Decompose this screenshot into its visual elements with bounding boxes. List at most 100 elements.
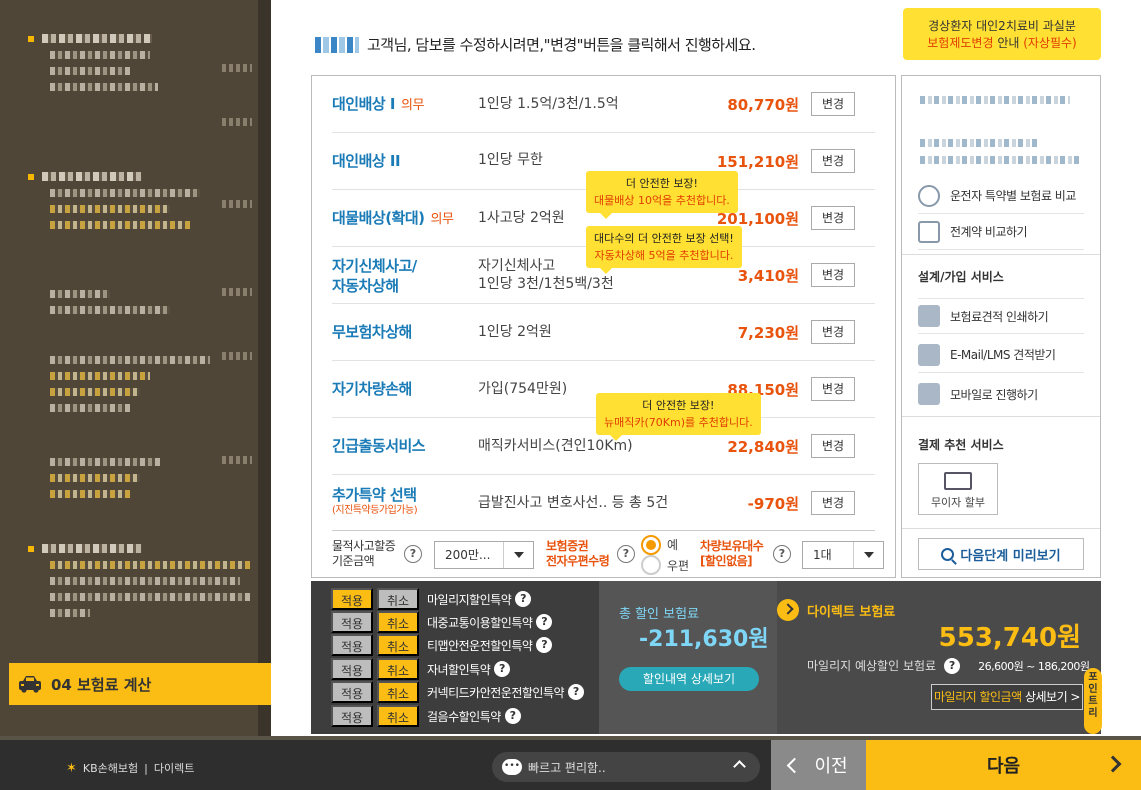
mail-icon — [918, 343, 940, 366]
no-interest-installment-button[interactable]: 무이자 할부 — [918, 463, 998, 515]
coverage-row: 대인배상 I 의무 1인당 1.5억/3천/1.5억 80,770원 변경 — [332, 76, 875, 133]
print-quote-button[interactable]: 보험료견적 인쇄하기 — [918, 298, 1084, 334]
apply-button[interactable]: 적용 — [331, 611, 373, 633]
coverage-name[interactable]: 추가특약 선택 (지진특약등가입가능) — [332, 485, 418, 517]
direct-premium-box: 다이렉트 보험료 553,740원 마일리지 예상할인 보험료 ? 26,600… — [777, 581, 1101, 734]
coverage-price: 151,210원 — [716, 153, 799, 171]
email-quote-button[interactable]: E-Mail/LMS 견적받기 — [918, 337, 1084, 373]
chat-widget[interactable]: ••• 빠르고 편리함.. — [492, 752, 760, 782]
kb-star-icon: ✶ — [66, 760, 77, 776]
button-label: 다음단계 미리보기 — [960, 548, 1061, 564]
sidebar-step-2b[interactable] — [28, 282, 170, 314]
discount-name: 티맵안전운전할인특약 — [427, 638, 533, 653]
cancel-button[interactable]: 취소 — [377, 681, 419, 703]
point-tree-tab[interactable]: 포인트리 — [1084, 668, 1102, 734]
apply-button[interactable]: 적용 — [331, 681, 373, 703]
compare-driver-button[interactable]: 운전자 특약별 보험료 비교 — [918, 178, 1084, 214]
help-icon[interactable]: ? — [494, 661, 511, 677]
next-button[interactable]: 다음 — [866, 740, 1141, 790]
next-label: 다음 — [986, 756, 1021, 777]
current-step-label: 04 보험료 계산 — [51, 675, 152, 694]
change-button[interactable]: 변경 — [811, 491, 855, 515]
discount-row: 적용 취소 걸음수할인특약 ? — [331, 705, 521, 727]
chevron-down-icon — [503, 542, 533, 568]
change-button[interactable]: 변경 — [811, 92, 855, 116]
coverage-name: 무보험차상해 — [332, 323, 412, 341]
discount-panel: 적용 취소 마일리지할인특약 ? 적용 취소 대중교통이용할인특약 ? 적용 취… — [311, 581, 1101, 734]
prev-label: 이전 — [814, 756, 848, 777]
help-icon[interactable]: ? — [944, 657, 961, 674]
discount-detail-button[interactable]: 할인내역 상세보기 — [619, 667, 759, 691]
sidebar-step-1[interactable] — [28, 34, 158, 91]
item-label: 모바일로 진행하기 — [950, 387, 1038, 402]
sidebar-step-3b[interactable] — [28, 544, 250, 617]
divider — [902, 254, 1100, 255]
help-icon[interactable]: ? — [773, 545, 791, 563]
change-button[interactable]: 변경 — [811, 434, 855, 458]
apply-button[interactable]: 적용 — [331, 588, 373, 610]
sidebar-step-2c[interactable] — [28, 348, 210, 412]
e-policy-radio-mail[interactable] — [641, 555, 661, 575]
divider — [902, 528, 1100, 529]
change-button[interactable]: 변경 — [811, 320, 855, 344]
apply-button[interactable]: 적용 — [331, 634, 373, 656]
cancel-button[interactable]: 취소 — [377, 611, 419, 633]
help-icon[interactable]: ? — [515, 591, 532, 607]
coverage-name: 대물배상(확대) 의무 — [332, 208, 454, 230]
total-discount-value: -211,630원 — [639, 627, 769, 652]
discount-name: 커넥티드카안전운전할인특약 — [427, 685, 565, 700]
change-button[interactable]: 변경 — [811, 149, 855, 173]
tooltip-line1: 더 안전한 보장! — [642, 399, 715, 412]
divider — [902, 416, 1100, 417]
property-surcharge-label: 물적사고할증 기준금액 — [332, 539, 396, 569]
e-policy-radio-yes[interactable] — [641, 535, 661, 555]
chevron-left-icon — [787, 757, 803, 773]
redacted-info — [920, 139, 1040, 147]
property-surcharge-select[interactable]: 200만... — [434, 541, 534, 569]
notice-line2: 보험제도변경 안내 (자상필수) — [903, 35, 1101, 52]
discount-row: 적용 취소 티맵안전운전할인특약 ? — [331, 634, 553, 656]
direct-premium-label: 다이렉트 보험료 — [807, 605, 896, 620]
service-section-title: 설계/가입 서비스 — [918, 270, 1004, 284]
notice-banner[interactable]: 경상환자 대인2치료비 과실분 보험제도변경 안내 (자상필수) — [903, 8, 1101, 60]
notice-paren-text: (자상필수) — [1023, 36, 1077, 50]
arrow-right-icon — [777, 599, 799, 621]
sidebar: 04 보험료 계산 — [0, 0, 271, 736]
change-button[interactable]: 변경 — [811, 377, 855, 401]
cancel-button[interactable]: 취소 — [377, 634, 419, 656]
brand-divider: | — [144, 761, 148, 775]
apply-button[interactable]: 적용 — [331, 658, 373, 680]
mobile-continue-button[interactable]: 모바일로 진행하기 — [918, 376, 1084, 412]
label-text: 보험증권 — [546, 539, 589, 553]
sidebar-step-3[interactable] — [28, 450, 160, 498]
cancel-button[interactable]: 취소 — [377, 705, 419, 727]
next-step-preview-button[interactable]: 다음단계 미리보기 — [918, 538, 1084, 570]
coverage-table: 대인배상 I 의무 1인당 1.5억/3천/1.5억 80,770원 변경 대인배… — [311, 75, 896, 578]
help-icon[interactable]: ? — [536, 614, 553, 630]
sidebar-step-current[interactable]: 04 보험료 계산 — [9, 663, 271, 705]
change-button[interactable]: 변경 — [811, 206, 855, 230]
help-icon[interactable]: ? — [617, 545, 635, 563]
discount-name: 걸음수할인특약 — [427, 709, 501, 724]
chevron-down-icon — [853, 542, 883, 568]
header-logo-icon — [315, 36, 359, 53]
notice-mid-text: 안내 — [993, 36, 1024, 50]
discount-row: 적용 취소 마일리지할인특약 ? — [331, 588, 532, 610]
change-button[interactable]: 변경 — [811, 263, 855, 287]
help-icon[interactable]: ? — [568, 684, 585, 700]
help-icon[interactable]: ? — [504, 708, 521, 724]
sidebar-step-2[interactable] — [28, 172, 200, 229]
radio-yes-label: 예 — [667, 538, 679, 552]
mileage-detail-button[interactable]: 마일리지 할인금액 상세보기 > — [931, 684, 1083, 710]
help-icon[interactable]: ? — [536, 637, 553, 653]
vehicle-count-select[interactable]: 1대 — [802, 541, 884, 569]
compare-previous-button[interactable]: 전계약 비교하기 — [918, 214, 1084, 250]
tooltip-line2: 대물배상 10억을 추천합니다. — [594, 194, 730, 207]
cancel-button[interactable]: 취소 — [377, 658, 419, 680]
apply-button[interactable]: 적용 — [331, 705, 373, 727]
notice-line1: 경상환자 대인2치료비 과실분 — [928, 19, 1076, 33]
help-icon[interactable]: ? — [404, 545, 422, 563]
prev-button[interactable]: 이전 — [771, 740, 866, 790]
cancel-button[interactable]: 취소 — [377, 588, 419, 610]
discount-name: 대중교통이용할인특약 — [427, 615, 533, 630]
